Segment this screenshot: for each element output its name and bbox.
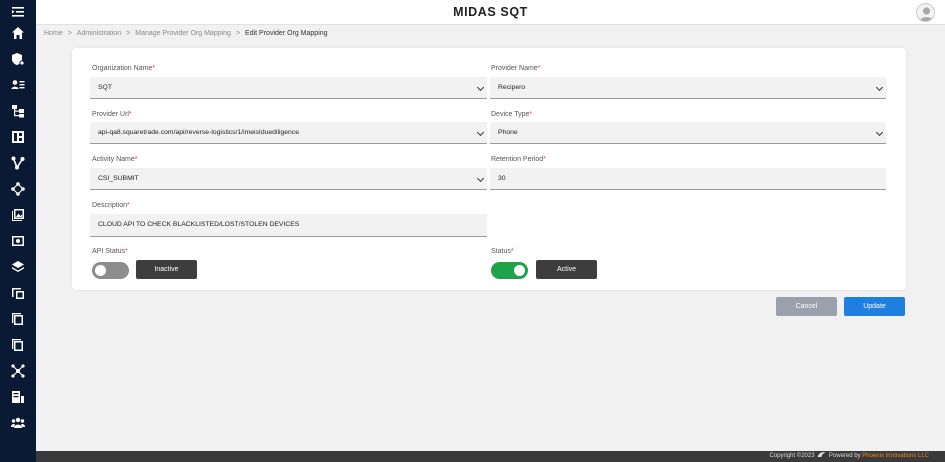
api-status-label: API Status* [92, 248, 128, 255]
breadcrumb-manage-provider-org-mapping[interactable]: Manage Provider Org Mapping [135, 30, 231, 37]
monitor-icon[interactable] [9, 232, 27, 250]
status-button[interactable]: Active [536, 260, 597, 279]
brand-link[interactable]: Phoenix Innovations LLC [862, 453, 929, 459]
activity-name-select[interactable]: CSI_SUBMIT [90, 168, 487, 190]
provider-url-select[interactable]: api-qa8.squaretrade.com/api/reverse-logi… [90, 122, 487, 144]
copy-icon[interactable] [9, 310, 27, 328]
status-toggle[interactable] [491, 262, 528, 279]
copyright-text: Copyright ©2023 [769, 453, 815, 459]
devices-icon[interactable] [9, 284, 27, 302]
status-label: Status* [491, 248, 514, 255]
retention-period-label: Retention Period* [491, 156, 546, 163]
breadcrumb-current: Edit Provider Org Mapping [245, 30, 328, 37]
chevron-down-icon [875, 128, 884, 137]
report-icon[interactable] [9, 388, 27, 406]
toggle-knob [95, 265, 106, 276]
chevron-down-icon [476, 128, 485, 137]
footer: Copyright ©2023 Powered by Phoenix Innov… [36, 451, 945, 462]
provider-url-label: Provider Url* [92, 111, 132, 118]
provider-name-select[interactable]: Recipero [490, 77, 886, 99]
update-button[interactable]: Update [844, 297, 905, 316]
breadcrumb-administration[interactable]: Administration [77, 30, 121, 37]
api-status-toggle[interactable] [92, 262, 129, 279]
device-type-label: Device Type* [491, 111, 533, 118]
user-avatar-icon[interactable] [916, 3, 935, 22]
chevron-down-icon [476, 83, 485, 92]
breadcrumb: Home > Administration > Manage Provider Org … [44, 30, 328, 37]
edit-provider-org-mapping-form: Organization Name* SQT Provider Name* Re… [72, 48, 906, 290]
branch-icon[interactable] [9, 154, 27, 172]
home-icon[interactable] [9, 24, 27, 42]
settings-shield-icon[interactable] [9, 50, 27, 68]
dashboard-icon[interactable] [9, 128, 27, 146]
top-bar: MIDAS SQT [36, 0, 945, 25]
gallery-icon[interactable] [9, 206, 27, 224]
toggle-knob [514, 265, 525, 276]
description-label: Description* [92, 202, 130, 209]
chevron-down-icon [875, 83, 884, 92]
activity-name-label: Activity Name* [92, 156, 138, 163]
app-title: MIDAS SQT [453, 5, 528, 19]
api-status-button[interactable]: Inactive [136, 260, 197, 279]
nodes-icon[interactable] [9, 362, 27, 380]
sidebar [0, 0, 36, 462]
organization-name-label: Organization Name* [92, 65, 156, 72]
device-type-select[interactable]: Phone [490, 122, 886, 144]
breadcrumb-home[interactable]: Home [44, 30, 63, 37]
organization-name-select[interactable]: SQT [90, 77, 487, 99]
cancel-button[interactable]: Cancel [776, 297, 837, 316]
hierarchy-icon[interactable] [9, 102, 27, 120]
team-icon[interactable] [9, 414, 27, 432]
layers-icon[interactable] [9, 258, 27, 276]
network-icon[interactable] [9, 180, 27, 198]
description-input[interactable]: CLOUD API TO CHECK BLACKLISTED/LOST/STOL… [90, 214, 487, 237]
chevron-down-icon [476, 174, 485, 183]
provider-name-label: Provider Name* [491, 65, 541, 72]
user-list-icon[interactable] [9, 76, 27, 94]
retention-period-input[interactable]: 30 [490, 168, 886, 190]
menu-collapse-icon[interactable] [9, 3, 27, 21]
phoenix-logo-icon [817, 452, 826, 457]
pages-icon[interactable] [9, 336, 27, 354]
powered-by-text: Powered by [828, 453, 861, 459]
